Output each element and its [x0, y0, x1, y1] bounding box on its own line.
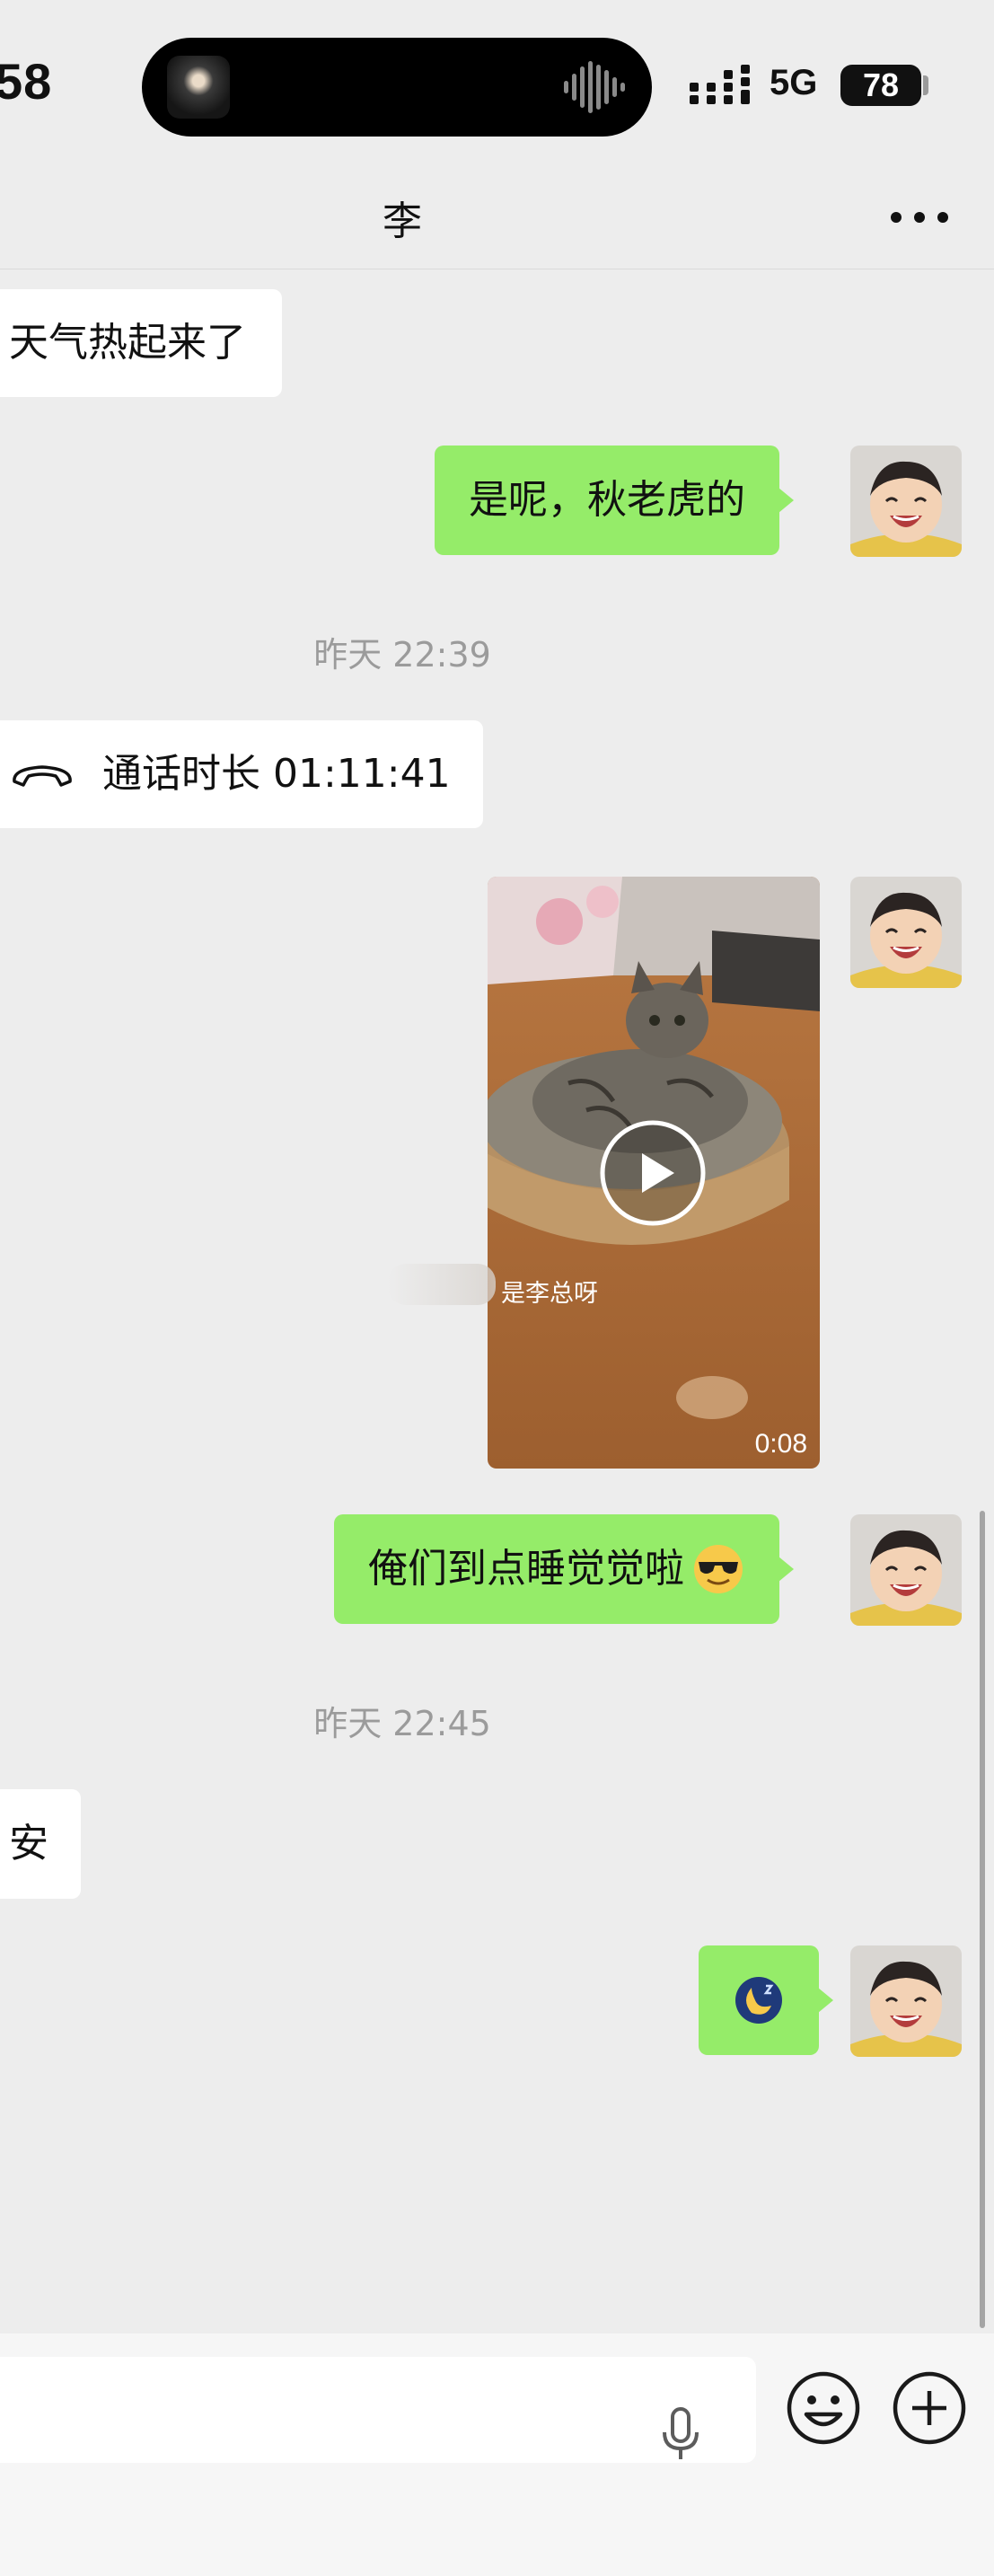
- battery-icon: 78: [840, 65, 921, 106]
- play-icon[interactable]: [599, 1119, 707, 1227]
- outgoing-message-bubble[interactable]: 俺们到点睡觉觉啦: [334, 1514, 794, 1624]
- message-text: 天气热起来了: [9, 320, 246, 366]
- message-timestamp: 昨天 22:39: [313, 635, 491, 675]
- video-duration: 0:08: [754, 1429, 807, 1459]
- message-input[interactable]: [0, 2357, 756, 2463]
- moon-sleep-emoji-icon: [735, 1977, 782, 2024]
- emoji-icon[interactable]: [785, 2369, 862, 2447]
- blurred-watermark: [388, 1264, 496, 1305]
- outgoing-message-bubble[interactable]: 是呢，秋老虎的: [435, 446, 794, 555]
- video-watermark: 是李总呀: [501, 1280, 598, 1308]
- cellular-signal-icon: [690, 65, 750, 104]
- video-message[interactable]: 0:08: [488, 877, 820, 1469]
- sunglasses-emoji-icon: [694, 1545, 743, 1593]
- baby-avatar-image: [850, 1514, 962, 1626]
- call-duration-text: 通话时长 01:11:41: [102, 751, 451, 797]
- status-time: 58: [0, 53, 53, 110]
- my-avatar[interactable]: [850, 1514, 962, 1626]
- message-text: 安: [9, 1821, 48, 1866]
- chat-scrollbar[interactable]: [980, 1511, 985, 2328]
- now-playing-thumbnail: [167, 56, 230, 119]
- more-dot-icon: [937, 212, 948, 223]
- baby-avatar-image: [850, 1945, 962, 2057]
- more-dot-icon: [914, 212, 925, 223]
- more-dot-icon: [891, 212, 902, 223]
- my-avatar[interactable]: [850, 446, 962, 557]
- baby-avatar-image: [850, 446, 962, 557]
- more-options-button[interactable]: [891, 205, 948, 232]
- chat-header: 李: [0, 171, 994, 269]
- message-text: 俺们到点睡觉觉啦: [368, 1546, 684, 1592]
- incoming-message-bubble[interactable]: 天气热起来了: [0, 289, 282, 397]
- my-avatar[interactable]: [850, 877, 962, 988]
- battery-cap: [923, 75, 928, 95]
- microphone-icon[interactable]: [654, 2405, 708, 2463]
- message-input-bar: [0, 2333, 994, 2576]
- network-type: 5G: [770, 63, 818, 102]
- audio-waveform-icon: [564, 61, 625, 113]
- incoming-message-bubble[interactable]: 安: [0, 1789, 81, 1899]
- dynamic-island[interactable]: [142, 38, 652, 137]
- message-timestamp: 昨天 22:45: [313, 1704, 491, 1743]
- chat-title: 李: [383, 198, 422, 244]
- status-bar: 58 5G 78: [0, 0, 994, 171]
- call-record-bubble[interactable]: 通话时长 01:11:41: [0, 720, 483, 828]
- plus-icon[interactable]: [891, 2369, 968, 2447]
- baby-avatar-image: [850, 877, 962, 988]
- message-text: 是呢，秋老虎的: [469, 477, 745, 523]
- battery-level: 78: [862, 66, 900, 103]
- outgoing-sticker-bubble[interactable]: [699, 1945, 833, 2055]
- phone-hangup-icon: [13, 765, 72, 787]
- my-avatar[interactable]: [850, 1945, 962, 2057]
